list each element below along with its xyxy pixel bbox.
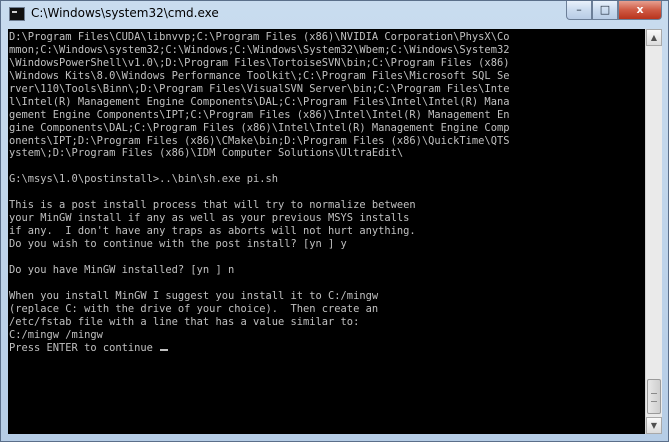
console-line: (replace C: with the drive of your choic… <box>9 302 379 315</box>
close-button[interactable]: x <box>618 1 662 20</box>
console-line: if any. I don't have any traps as aborts… <box>9 225 416 238</box>
cmd-window: C:\Windows\system32\cmd.exe – □ x D:\Pro… <box>0 0 669 442</box>
scroll-thumb[interactable] <box>647 379 661 414</box>
cmd-console-icon[interactable] <box>9 7 25 21</box>
console-line: \WindowsPowerShell\v1.0\;D:\Program File… <box>9 56 510 69</box>
console-line: When you install MinGW I suggest you ins… <box>9 289 379 302</box>
vertical-scrollbar[interactable]: ▲ ▼ <box>645 29 662 434</box>
console-line: rver\110\Tools\Binn\;D:\Program Files\Vi… <box>9 82 510 95</box>
console-line: mmon;C:\Windows\system32;C:\Windows;C:\W… <box>9 43 510 56</box>
console-output[interactable]: D:\Program Files\CUDA\libnvvp;C:\Program… <box>8 29 645 434</box>
console-line: l\Intel(R) Management Engine Components\… <box>9 95 510 108</box>
console-line: C:/mingw /mingw <box>9 328 103 341</box>
window-title: C:\Windows\system32\cmd.exe <box>31 6 219 20</box>
window-controls: – □ x <box>566 1 662 21</box>
console-line: onents\IPT;D:\Program Files (x86)\CMake\… <box>9 134 510 147</box>
title-bar[interactable]: C:\Windows\system32\cmd.exe – □ x <box>1 1 668 29</box>
console-line: Do you have MinGW installed? [yn ] n <box>9 263 235 276</box>
console-prompt-line: Press ENTER to continue <box>9 342 645 355</box>
console-line: gement Engine Components\IPT;C:\Program … <box>9 108 510 121</box>
scroll-down-icon[interactable]: ▼ <box>646 417 662 434</box>
console-line: D:\Program Files\CUDA\libnvvp;C:\Program… <box>9 31 510 43</box>
scroll-up-icon[interactable]: ▲ <box>646 29 662 46</box>
maximize-button[interactable]: □ <box>592 1 618 20</box>
minimize-button[interactable]: – <box>566 1 592 20</box>
console-text: D:\Program Files\CUDA\libnvvp;C:\Program… <box>8 29 645 354</box>
console-line: your MinGW install if any as well as you… <box>9 212 410 225</box>
console-line: gine Components\DAL;C:\Program Files (x8… <box>9 121 510 134</box>
console-line: This is a post install process that will… <box>9 199 416 212</box>
console-line: /etc/fstab file with a line that has a v… <box>9 315 360 328</box>
text-cursor <box>160 348 169 351</box>
console-line: Do you wish to continue with the post in… <box>9 238 347 250</box>
console-line: G:\msys\1.0\postinstall>..\bin\sh.exe pi… <box>9 173 278 186</box>
console-line: \Windows Kits\8.0\Windows Performance To… <box>9 69 510 82</box>
console-line: ystem\;D:\Program Files (x86)\IDM Comput… <box>9 147 404 160</box>
